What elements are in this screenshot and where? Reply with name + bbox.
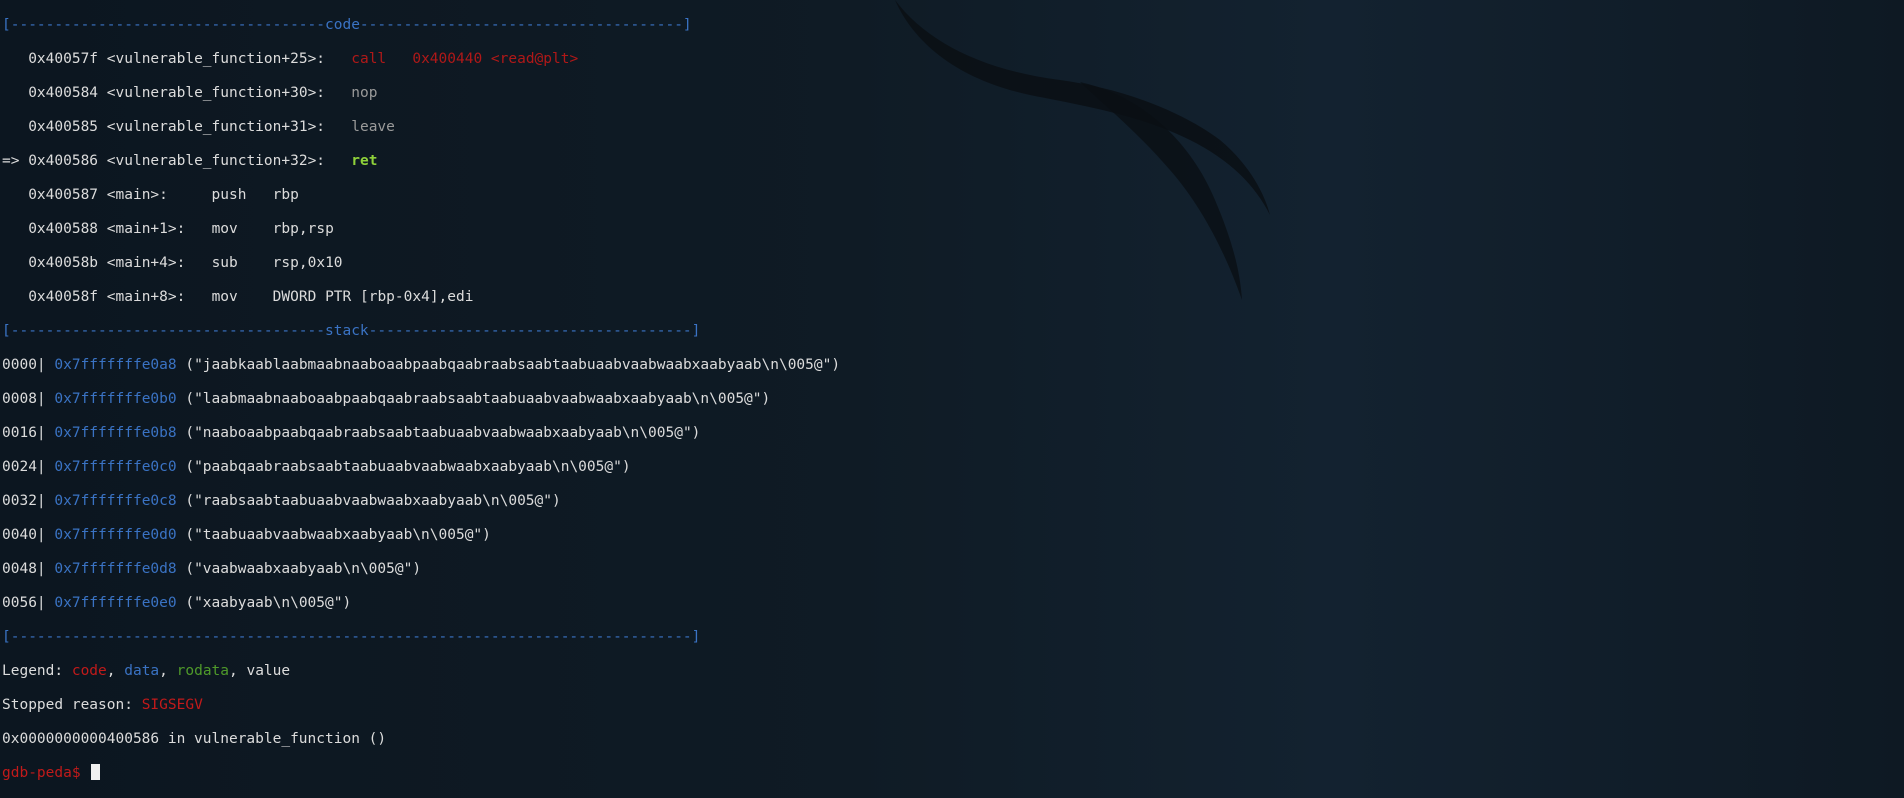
stack-entry: 0016| 0x7fffffffe0b8 ("naaboaabpaabqaabr… bbox=[2, 424, 840, 442]
stack-value: ("xaabyaab\n\005@") bbox=[185, 595, 352, 611]
stack-value: ("raabsaabtaabuaabvaabwaabxaabyaab\n\005… bbox=[185, 493, 561, 509]
instruction-args: rsp,0x10 bbox=[237, 255, 343, 271]
instruction-symbol: <main+8>: bbox=[106, 289, 186, 305]
code-line: 0x400587 <main>: push rbp bbox=[2, 186, 840, 204]
stack-offset: 0040| bbox=[2, 527, 46, 543]
stopped-reason-line: Stopped reason: SIGSEGV bbox=[2, 697, 203, 713]
gdb-prompt: gdb-peda$ bbox=[2, 765, 90, 781]
stack-offset: 0016| bbox=[2, 425, 46, 441]
instruction-symbol: <vulnerable_function+30>: bbox=[106, 85, 326, 101]
instruction-symbol: <main+4>: bbox=[106, 255, 186, 271]
code-line: 0x400585 <vulnerable_function+31>: leave bbox=[2, 118, 840, 136]
stack-value: ("jaabkaablaabmaabnaaboaabpaabqaabraabsa… bbox=[185, 357, 841, 373]
legend-rodata: rodata bbox=[176, 663, 230, 679]
legend-line: Legend: code, data, rodata, value bbox=[2, 663, 291, 679]
command-prompt-line[interactable]: gdb-peda$ bbox=[2, 764, 840, 782]
stack-entry: 0032| 0x7fffffffe0c8 ("raabsaabtaabuaabv… bbox=[2, 492, 840, 510]
instruction-opcode: sub bbox=[211, 255, 238, 271]
instruction-opcode: mov bbox=[211, 221, 238, 237]
code-line: 0x400584 <vulnerable_function+30>: nop bbox=[2, 84, 840, 102]
stack-offset: 0048| bbox=[2, 561, 46, 577]
code-line: 0x400588 <main+1>: mov rbp,rsp bbox=[2, 220, 840, 238]
instruction-symbol: <main+1>: bbox=[106, 221, 186, 237]
stack-pointer: 0x7fffffffe0d8 bbox=[54, 561, 177, 577]
legend-value: , value bbox=[229, 663, 291, 679]
stack-pointer: 0x7fffffffe0a8 bbox=[54, 357, 177, 373]
instruction-symbol: <vulnerable_function+31>: bbox=[106, 119, 326, 135]
legend-data: data bbox=[124, 663, 160, 679]
instruction-symbol: <vulnerable_function+32>: bbox=[106, 153, 326, 169]
instruction-opcode: push bbox=[211, 187, 247, 203]
instruction-address: 0x400584 bbox=[28, 85, 99, 101]
stack-pointer: 0x7fffffffe0b0 bbox=[54, 391, 177, 407]
stack-entry: 0024| 0x7fffffffe0c0 ("paabqaabraabsaabt… bbox=[2, 458, 840, 476]
instruction-address: 0x40057f bbox=[28, 51, 99, 67]
stack-offset: 0056| bbox=[2, 595, 46, 611]
instruction-opcode: leave bbox=[351, 119, 395, 135]
instruction-address: 0x40058b bbox=[28, 255, 99, 271]
stack-value: ("naaboaabpaabqaabraabsaabtaabuaabvaabwa… bbox=[185, 425, 701, 441]
instruction-opcode: mov bbox=[211, 289, 238, 305]
current-instruction-arrow: => bbox=[2, 153, 29, 169]
instruction-opcode: call bbox=[351, 51, 387, 67]
stack-pointer: 0x7fffffffe0d0 bbox=[54, 527, 177, 543]
stack-offset: 0032| bbox=[2, 493, 46, 509]
instruction-args: rbp bbox=[246, 187, 299, 203]
code-line: 0x40058b <main+4>: sub rsp,0x10 bbox=[2, 254, 840, 272]
stack-value: ("paabqaabraabsaabtaabuaabvaabwaabxaabya… bbox=[185, 459, 631, 475]
code-section-header: [------------------------------------cod… bbox=[2, 17, 692, 33]
stack-offset: 0000| bbox=[2, 357, 46, 373]
section-footer: [---------------------------------------… bbox=[2, 629, 701, 645]
instruction-args: DWORD PTR [rbp-0x4],edi bbox=[237, 289, 474, 305]
stack-pointer: 0x7fffffffe0b8 bbox=[54, 425, 177, 441]
stack-offset: 0008| bbox=[2, 391, 46, 407]
code-line: 0x40057f <vulnerable_function+25>: call … bbox=[2, 50, 840, 68]
instruction-args: 0x400440 <read@plt> bbox=[386, 51, 579, 67]
dragon-upper-curve bbox=[895, 0, 1270, 215]
instruction-address: 0x40058f bbox=[28, 289, 99, 305]
gdb-terminal[interactable]: [------------------------------------cod… bbox=[2, 0, 840, 798]
instruction-address: 0x400588 bbox=[28, 221, 99, 237]
instruction-opcode: ret bbox=[351, 153, 378, 169]
stack-entry: 0040| 0x7fffffffe0d0 ("taabuaabvaabwaabx… bbox=[2, 526, 840, 544]
stack-value: ("vaabwaabxaabyaab\n\005@") bbox=[185, 561, 422, 577]
instruction-address: 0x400585 bbox=[28, 119, 99, 135]
stack-pointer: 0x7fffffffe0c0 bbox=[54, 459, 177, 475]
stack-value: ("laabmaabnaaboaabpaabqaabraabsaabtaabua… bbox=[185, 391, 771, 407]
text-cursor[interactable] bbox=[91, 764, 101, 780]
stack-section-header: [------------------------------------sta… bbox=[2, 323, 701, 339]
legend-code: code bbox=[71, 663, 107, 679]
instruction-args: rbp,rsp bbox=[237, 221, 334, 237]
current-instruction-line: => 0x400586 <vulnerable_function+32>: re… bbox=[2, 152, 840, 170]
stack-entry: 0008| 0x7fffffffe0b0 ("laabmaabnaaboaabp… bbox=[2, 390, 840, 408]
stack-entry: 0048| 0x7fffffffe0d8 ("vaabwaabxaabyaab\… bbox=[2, 560, 840, 578]
instruction-opcode: nop bbox=[351, 85, 378, 101]
instruction-address: 0x400587 bbox=[28, 187, 99, 203]
instruction-symbol: <vulnerable_function+25>: bbox=[106, 51, 326, 67]
stack-value: ("taabuaabvaabwaabxaabyaab\n\005@") bbox=[185, 527, 491, 543]
stack-entry: 0000| 0x7fffffffe0a8 ("jaabkaablaabmaabn… bbox=[2, 356, 840, 374]
location-line: 0x0000000000400586 in vulnerable_functio… bbox=[2, 731, 387, 747]
stack-offset: 0024| bbox=[2, 459, 46, 475]
stack-pointer: 0x7fffffffe0e0 bbox=[54, 595, 177, 611]
instruction-symbol: <main>: bbox=[106, 187, 168, 203]
instruction-address: 0x400586 bbox=[28, 153, 99, 169]
signal-name: SIGSEGV bbox=[141, 697, 203, 713]
stack-entry: 0056| 0x7fffffffe0e0 ("xaabyaab\n\005@") bbox=[2, 594, 840, 612]
stack-pointer: 0x7fffffffe0c8 bbox=[54, 493, 177, 509]
code-line: 0x40058f <main+8>: mov DWORD PTR [rbp-0x… bbox=[2, 288, 840, 306]
